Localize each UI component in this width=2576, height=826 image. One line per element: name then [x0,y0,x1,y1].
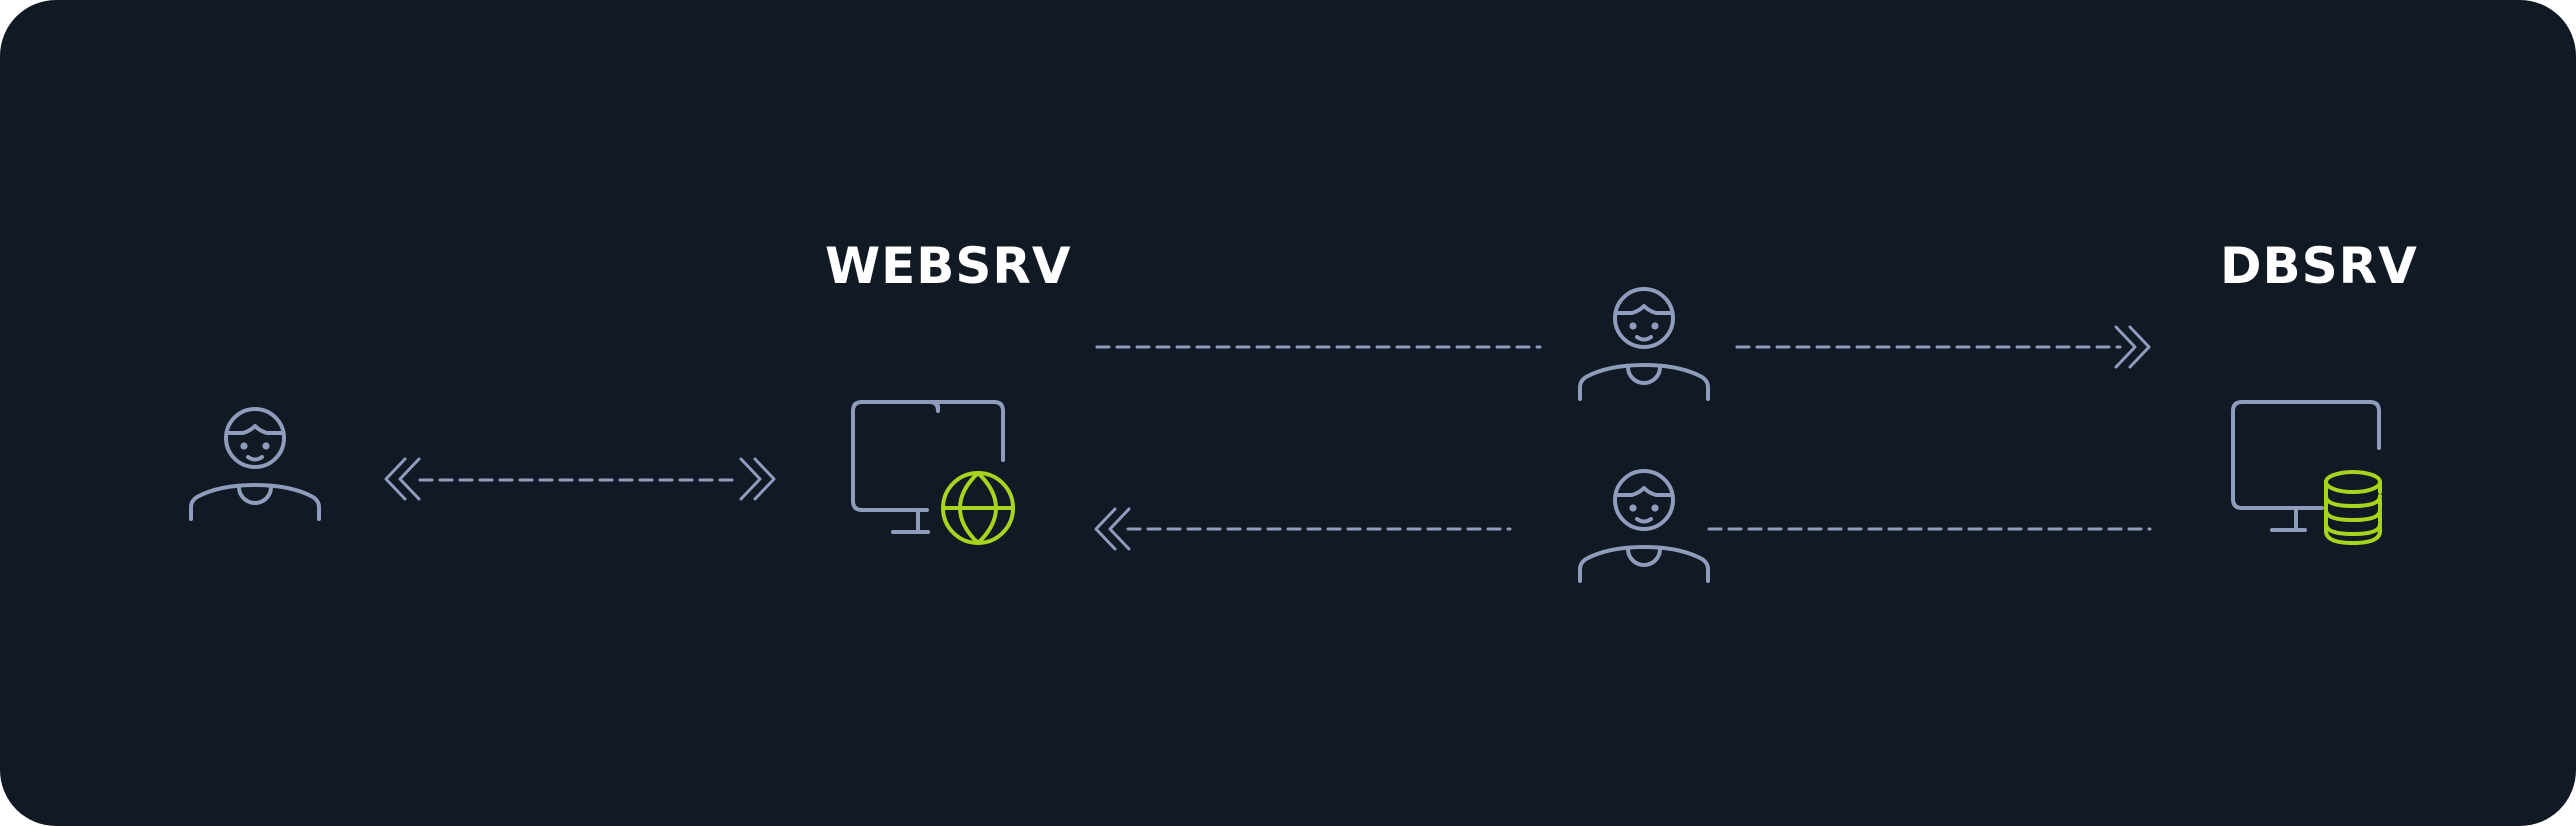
attacker-bottom-person-icon [1578,469,1710,583]
attacker-bottom-to-web-arrow [1094,507,1512,551]
attacker-top-person-icon [1578,287,1710,401]
diagram-canvas [189,287,2382,583]
attacker-top-to-db-arrow [1735,325,2151,369]
globe-icon [941,471,1015,545]
client-person-icon [189,407,321,521]
database-icon [2324,470,2382,545]
web-server-monitor-icon [851,400,1015,545]
diagram-panel: WEBSRV DBSRV [0,0,2576,826]
db-server-monitor-icon [2231,400,2382,545]
client-web-arrow [384,457,776,501]
